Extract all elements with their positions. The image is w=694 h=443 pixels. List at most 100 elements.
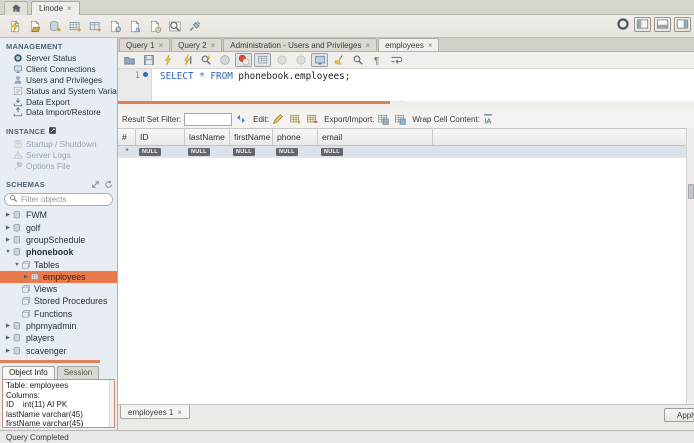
edit-record-icon[interactable] (270, 112, 285, 126)
toggle-sidebar-icon[interactable] (634, 17, 651, 32)
home-tab[interactable] (4, 1, 28, 15)
grid-cell-id[interactable]: NULL (136, 146, 185, 157)
open-sql-script-icon[interactable] (25, 17, 44, 35)
execute-icon[interactable] (159, 53, 176, 67)
new-function-icon[interactable]: fx (125, 17, 144, 35)
apply-button[interactable]: Apply (664, 408, 694, 422)
chevron-right-icon[interactable]: ▶ (4, 348, 12, 354)
import-records-icon[interactable] (392, 112, 407, 126)
commit-icon[interactable] (273, 53, 290, 67)
grid-cell-email[interactable]: NULL (318, 146, 433, 157)
chevron-right-icon[interactable]: ▶ (4, 237, 12, 243)
column-header-row-number[interactable]: # (118, 129, 136, 145)
result-set-tab[interactable]: employees 1 × (120, 405, 190, 419)
tree-item-groupschedule[interactable]: ▶groupSchedule (0, 234, 117, 246)
object-info-scrollbar[interactable] (109, 380, 114, 427)
tree-item-stored-procedures[interactable]: Stored Procedures (0, 295, 117, 307)
stop-on-error-icon[interactable] (235, 53, 252, 67)
sidebar-item-server-logs[interactable]: Server Logs (0, 150, 117, 161)
result-grid-scrollbar[interactable] (686, 128, 694, 404)
close-icon[interactable]: × (177, 408, 182, 417)
chevron-right-icon[interactable]: ▶ (4, 225, 12, 231)
query-tab-administration-users-and-privileges[interactable]: Administration - Users and Privileges× (223, 38, 377, 51)
sql-code-editor[interactable]: 1 SELECT * FROM phonebook.employees; (118, 68, 694, 101)
tree-item-scavenger[interactable]: ▶scavenger (0, 344, 117, 356)
grid-cell-phone[interactable]: NULL (273, 146, 318, 157)
close-icon[interactable]: × (67, 4, 72, 13)
tree-item-phpmyadmin[interactable]: ▶phpmyadmin (0, 320, 117, 332)
sidebar-item-options-file[interactable]: Options File (0, 160, 117, 171)
wrap-content-icon[interactable]: IA (481, 112, 496, 126)
dashboard-icon[interactable] (615, 16, 631, 32)
export-recordset-icon[interactable] (375, 112, 390, 126)
new-sql-tab-icon[interactable] (5, 17, 24, 35)
column-header-phone[interactable]: phone (273, 129, 318, 145)
tab-object-info[interactable]: Object Info (2, 366, 55, 379)
grid-cell-firstname[interactable]: NULL (230, 146, 273, 157)
new-procedure-icon[interactable] (105, 17, 124, 35)
toggle-output-icon[interactable] (654, 17, 671, 32)
chevron-right-icon[interactable]: ▶ (22, 274, 30, 280)
scrollbar-thumb[interactable] (688, 184, 694, 199)
chevron-down-icon[interactable]: ▼ (4, 249, 12, 255)
find-icon[interactable] (349, 53, 366, 67)
row-marker-cell[interactable]: * (118, 146, 136, 157)
invisibles-icon[interactable]: ¶ (368, 53, 385, 67)
toggle-secondary-sidebar-icon[interactable] (674, 17, 691, 32)
new-table-icon[interactable] (65, 17, 84, 35)
tree-item-employees[interactable]: ▶employees (0, 271, 117, 283)
sidebar-splitter[interactable] (0, 360, 100, 363)
refresh-results-icon[interactable] (233, 112, 248, 126)
tree-item-players[interactable]: ▶players (0, 332, 117, 344)
reconnect-dbms-icon[interactable] (185, 17, 204, 35)
beautify-icon[interactable] (330, 53, 347, 67)
close-icon[interactable]: × (158, 41, 163, 50)
grid-cell-lastname[interactable]: NULL (185, 146, 230, 157)
splitter-handle-icon[interactable]: ··· (394, 98, 404, 105)
column-header-id[interactable]: ID (136, 129, 185, 145)
tree-item-views[interactable]: Views (0, 283, 117, 295)
delete-row-icon[interactable] (304, 112, 319, 126)
close-icon[interactable]: × (365, 41, 370, 50)
tree-item-phonebook[interactable]: ▼phonebook (0, 246, 117, 258)
connection-tab[interactable]: Linode × (31, 1, 80, 15)
rollback-icon[interactable] (292, 53, 309, 67)
tree-item-golf[interactable]: ▶golf (0, 221, 117, 233)
result-grid-body[interactable] (118, 158, 686, 404)
tree-item-tables[interactable]: ▼Tables (0, 258, 117, 270)
execute-current-icon[interactable] (178, 53, 195, 67)
tree-item-fwm[interactable]: ▶FWM (0, 209, 117, 221)
add-row-icon[interactable] (287, 112, 302, 126)
sidebar-item-data-export[interactable]: Data Export (0, 96, 117, 107)
stop-icon[interactable] (216, 53, 233, 67)
sidebar-item-users-and-privileges[interactable]: Users and Privileges (0, 75, 117, 86)
sidebar-item-client-connections[interactable]: Client Connections (0, 64, 117, 75)
sidebar-item-startup-shutdown[interactable]: Startup / Shutdown (0, 139, 117, 150)
editor-results-splitter[interactable] (118, 101, 390, 104)
new-schema-icon[interactable] (45, 17, 64, 35)
expand-panel-icon[interactable] (91, 180, 100, 189)
query-tab-query-1[interactable]: Query 1× (119, 38, 170, 51)
save-icon[interactable] (140, 53, 157, 67)
chevron-right-icon[interactable]: ▶ (4, 212, 12, 218)
column-header-lastname[interactable]: lastName (185, 129, 230, 145)
chevron-right-icon[interactable]: ▶ (4, 323, 12, 329)
sidebar-item-server-status[interactable]: Server Status (0, 53, 117, 64)
limit-rows-icon[interactable] (254, 53, 271, 67)
tab-session[interactable]: Session (57, 366, 99, 379)
chevron-right-icon[interactable]: ▶ (4, 335, 12, 341)
query-tab-employees[interactable]: employees× (378, 38, 439, 51)
column-header-firstname[interactable]: firstName (230, 129, 273, 145)
search-table-data-icon[interactable] (165, 17, 184, 35)
refresh-icon[interactable] (104, 180, 113, 189)
wrap-text-icon[interactable] (387, 53, 404, 67)
autocommit-icon[interactable] (311, 53, 328, 67)
explain-icon[interactable] (197, 53, 214, 67)
chevron-down-icon[interactable]: ▼ (13, 262, 21, 268)
sidebar-item-data-import-restore[interactable]: Data Import/Restore (0, 107, 117, 118)
new-view-icon[interactable] (85, 17, 104, 35)
sidebar-item-status-and-system-variables[interactable]: Status and System Variables (0, 85, 117, 96)
result-filter-input[interactable] (184, 113, 232, 126)
column-header-email[interactable]: email (318, 129, 433, 145)
tree-item-functions[interactable]: Functions (0, 308, 117, 320)
